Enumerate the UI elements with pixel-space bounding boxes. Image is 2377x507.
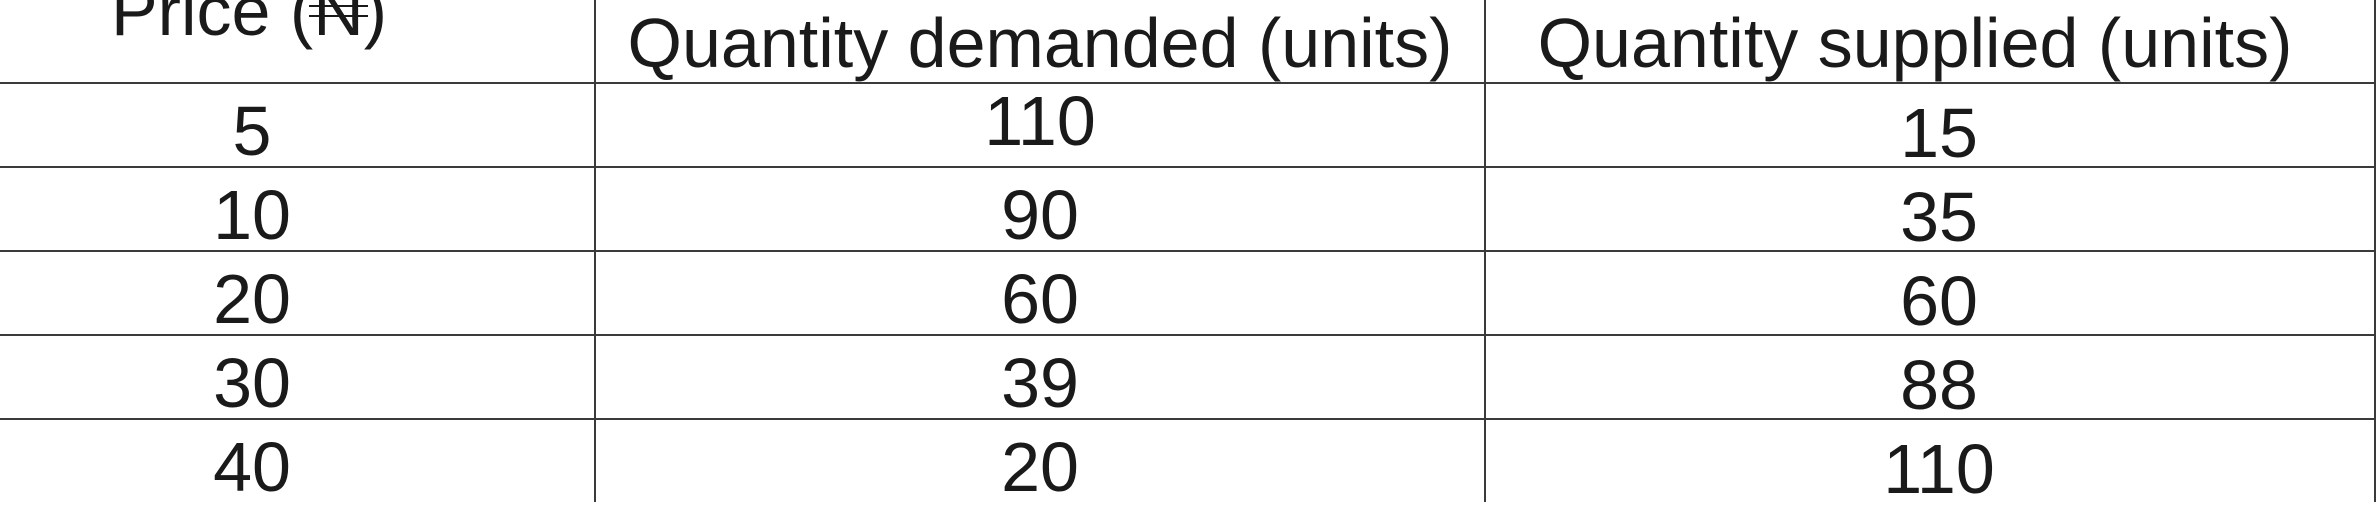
document-page: Price (N) Quantity demanded (units) Quan… [0,0,2377,507]
price-value: 40 [213,428,291,502]
quantity-supplied-value: 15 [1900,94,1978,167]
table-row: 30 39 88 [0,334,2376,420]
header-price-label: Price (N) [111,0,387,46]
header-quantity-demanded-label: Quantity demanded (units) [627,4,1453,82]
header-price-suffix: ) [363,0,388,50]
quantity-demanded-value: 60 [1001,260,1079,335]
table-header-row: Price (N) Quantity demanded (units) Quan… [0,0,2376,84]
price-value: 20 [213,260,291,335]
quantity-demanded-cell: 39 [594,334,1486,420]
table-row: 5 110 15 [0,82,2376,168]
supply-demand-table: Price (N) Quantity demanded (units) Quan… [0,0,2376,502]
header-quantity-supplied: Quantity supplied (units) [1484,0,2376,84]
quantity-demanded-value: 20 [1001,428,1079,502]
table-row: 20 60 60 [0,250,2376,336]
quantity-supplied-cell: 60 [1484,250,2376,336]
naira-strike-line [309,5,368,8]
price-cell: 30 [0,334,596,420]
price-cell: 10 [0,166,596,252]
quantity-supplied-cell: 15 [1484,82,2376,168]
price-cell: 20 [0,250,596,336]
quantity-demanded-cell: 110 [594,82,1486,168]
table-row: 10 90 35 [0,166,2376,252]
price-cell: 5 [0,82,596,168]
price-value: 5 [232,92,272,167]
price-value: 10 [213,176,291,251]
quantity-supplied-value: 110 [1883,430,1995,502]
price-value: 30 [213,344,291,419]
quantity-supplied-cell: 35 [1484,166,2376,252]
quantity-supplied-value: 60 [1900,262,1978,335]
quantity-demanded-value: 90 [1001,176,1079,251]
quantity-supplied-value: 88 [1900,346,1978,419]
quantity-demanded-value: 110 [984,83,1096,160]
price-cell: 40 [0,418,596,502]
quantity-supplied-value: 35 [1900,178,1978,251]
naira-strike-line [309,15,368,18]
quantity-supplied-cell: 88 [1484,334,2376,420]
quantity-supplied-cell: 110 [1484,418,2376,502]
table-row: 40 20 110 [0,418,2376,502]
header-quantity-supplied-label: Quantity supplied (units) [1537,4,2293,82]
naira-letter: N [313,0,364,50]
header-price: Price (N) [0,0,596,84]
quantity-demanded-value: 39 [1001,344,1079,419]
header-quantity-demanded: Quantity demanded (units) [594,0,1486,84]
quantity-demanded-cell: 90 [594,166,1486,252]
quantity-demanded-cell: 60 [594,250,1486,336]
quantity-demanded-cell: 20 [594,418,1486,502]
header-price-prefix: Price ( [110,0,314,50]
naira-currency-symbol: N [309,0,368,46]
